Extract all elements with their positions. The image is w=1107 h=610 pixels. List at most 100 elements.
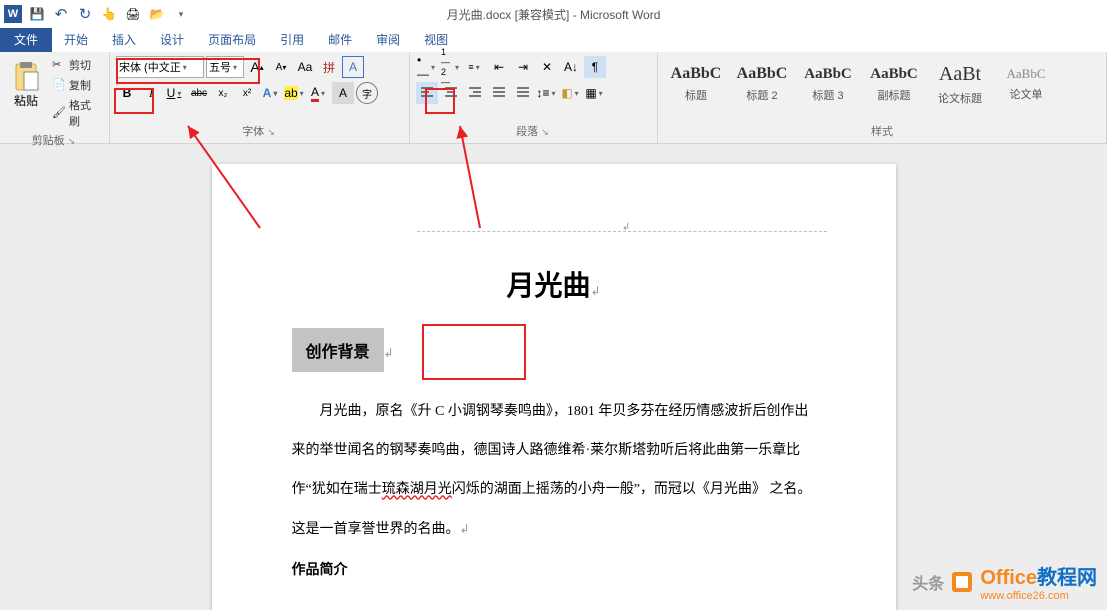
doc-paragraph-1[interactable]: 月光曲，原名《升 C 小调钢琴奏鸣曲》，1801 年贝多芬在经历情感波折后创作出…	[292, 392, 816, 549]
doc-title[interactable]: 月光曲↲	[292, 264, 816, 304]
tab-mailings[interactable]: 邮件	[316, 27, 364, 52]
change-case-button[interactable]: Aa	[294, 56, 316, 78]
justify-button[interactable]	[488, 82, 510, 104]
line-spacing-button[interactable]: ↕≡▾	[536, 82, 558, 104]
tab-insert[interactable]: 插入	[100, 27, 148, 52]
font-color-button[interactable]: A▾	[308, 82, 330, 104]
ribbon-tabs: 文件 开始 插入 设计 页面布局 引用 邮件 审阅 视图	[0, 28, 1107, 52]
group-font-label: 字体	[242, 126, 264, 138]
decrease-indent-button[interactable]: ⇤	[488, 56, 510, 78]
ribbon: 粘贴 ✂剪切 📄复制 🖌格式刷 剪贴板 ↘ 宋体 (中文正▾ 五号▾ A▴ A▾…	[0, 52, 1107, 144]
char-shading-button[interactable]: A	[332, 82, 354, 104]
shading-button[interactable]: ◧▾	[560, 82, 582, 104]
italic-button[interactable]: I	[140, 82, 162, 104]
font-size-combo[interactable]: 五号▾	[206, 56, 244, 78]
group-clipboard: 粘贴 ✂剪切 📄复制 🖌格式刷 剪贴板 ↘	[0, 52, 110, 143]
style-title[interactable]: AaBbC标题	[664, 56, 728, 112]
align-right-button[interactable]	[464, 82, 486, 104]
sort-button[interactable]: A↓	[560, 56, 582, 78]
font-launcher[interactable]: ↘	[267, 127, 277, 137]
clipboard-launcher[interactable]: ↘	[68, 136, 78, 146]
subscript-button[interactable]: x₂	[212, 82, 234, 104]
paste-label: 粘贴	[14, 92, 38, 109]
paste-button[interactable]: 粘贴	[6, 56, 46, 130]
char-border-button[interactable]: A	[342, 56, 364, 78]
chevron-down-icon: ▾	[181, 63, 189, 72]
document-page[interactable]: ↲ 月光曲↲ 创作背景↲ 月光曲，原名《升 C 小调钢琴奏鸣曲》，1801 年贝…	[212, 164, 896, 610]
distributed-button[interactable]	[512, 82, 534, 104]
sort-icon: A↓	[564, 60, 578, 74]
copy-button[interactable]: 📄复制	[50, 76, 103, 94]
bold-button[interactable]: B	[116, 82, 138, 104]
window-title: 月光曲.docx [兼容模式] - Microsoft Word	[447, 6, 661, 23]
style-heading3[interactable]: AaBbC标题 3	[796, 56, 860, 112]
style-heading2[interactable]: AaBbC标题 2	[730, 56, 794, 112]
tab-review[interactable]: 审阅	[364, 27, 412, 52]
increase-indent-button[interactable]: ⇥	[512, 56, 534, 78]
brush-icon: 🖌	[52, 106, 66, 120]
paste-icon	[10, 60, 42, 92]
tab-layout[interactable]: 页面布局	[196, 27, 268, 52]
enclose-char-button[interactable]: 字	[356, 82, 378, 104]
copy-icon: 📄	[52, 78, 66, 92]
word-icon: W	[4, 5, 22, 23]
bullets-icon: •—	[417, 53, 429, 81]
tab-home[interactable]: 开始	[52, 27, 100, 52]
redo-icon[interactable]: ↻	[76, 5, 94, 23]
document-area[interactable]: ↲ 月光曲↲ 创作背景↲ 月光曲，原名《升 C 小调钢琴奏鸣曲》，1801 年贝…	[0, 144, 1107, 610]
group-styles: AaBbC标题 AaBbC标题 2 AaBbC标题 3 AaBbC副标题 AaB…	[658, 52, 1107, 143]
phonetic-button[interactable]: 拼	[318, 56, 340, 78]
multilevel-button[interactable]: ≡▾	[464, 56, 486, 78]
show-marks-button[interactable]: ¶	[584, 56, 606, 78]
superscript-button[interactable]: x²	[236, 82, 258, 104]
borders-icon: ▦	[585, 86, 596, 100]
qat-dropdown-icon[interactable]: ▾	[172, 5, 190, 23]
quick-access-toolbar: W 💾 ↶ ↻ 👆 🖨 📂 ▾	[0, 5, 190, 23]
center-icon	[443, 86, 459, 100]
group-clipboard-label: 剪贴板	[32, 135, 65, 147]
style-subtitle[interactable]: AaBbC副标题	[862, 56, 926, 112]
numbering-button[interactable]: 1—2—▾	[440, 56, 462, 78]
tab-design[interactable]: 设计	[148, 27, 196, 52]
style-paper-title[interactable]: AaBt论文标题	[928, 56, 992, 112]
doc-heading-2[interactable]: 作品简介	[292, 559, 816, 579]
cut-button[interactable]: ✂剪切	[50, 56, 103, 74]
align-left-button[interactable]	[416, 82, 438, 104]
underline-button[interactable]: U▾	[164, 82, 186, 104]
tab-references[interactable]: 引用	[268, 27, 316, 52]
center-button[interactable]	[440, 82, 462, 104]
text-effects-button[interactable]: A▾	[260, 82, 282, 104]
undo-icon[interactable]: ↶	[52, 5, 70, 23]
watermark: 头条 Office教程网 www.office26.com	[912, 561, 1097, 602]
borders-button[interactable]: ▦▾	[584, 82, 606, 104]
header-boundary: ↲	[417, 230, 827, 232]
align-left-icon	[419, 86, 435, 100]
outdent-icon: ⇤	[494, 60, 504, 74]
highlight-button[interactable]: ab▾	[284, 82, 306, 104]
shrink-font-button[interactable]: A▾	[270, 56, 292, 78]
doc-heading-1[interactable]: 创作背景	[292, 328, 384, 372]
numbering-icon: 1—2—	[441, 47, 453, 87]
justify-icon	[491, 86, 507, 100]
paragraph-launcher[interactable]: ↘	[541, 127, 551, 137]
tab-file[interactable]: 文件	[0, 27, 52, 52]
open-icon[interactable]: 📂	[148, 5, 166, 23]
print-preview-icon[interactable]: 🖨	[124, 5, 142, 23]
touch-icon[interactable]: 👆	[100, 5, 118, 23]
bullets-button[interactable]: •—▾	[416, 56, 438, 78]
ltr-icon: ✕	[542, 60, 552, 74]
font-name-combo[interactable]: 宋体 (中文正▾	[116, 56, 204, 78]
indent-icon: ⇥	[518, 60, 528, 74]
chevron-down-icon: ▾	[231, 63, 239, 72]
pilcrow-icon: ¶	[592, 60, 598, 74]
titlebar: W 💾 ↶ ↻ 👆 🖨 📂 ▾ 月光曲.docx [兼容模式] - Micros…	[0, 0, 1107, 28]
grow-font-button[interactable]: A▴	[246, 56, 268, 78]
group-font: 宋体 (中文正▾ 五号▾ A▴ A▾ Aa 拼 A B I U▾ abc x₂ …	[110, 52, 410, 143]
save-icon[interactable]: 💾	[28, 5, 46, 23]
group-paragraph-label: 段落	[516, 126, 538, 138]
style-paper-single[interactable]: AaBbC论文单	[994, 56, 1058, 112]
office-logo-icon	[948, 568, 976, 596]
format-painter-button[interactable]: 🖌格式刷	[50, 96, 103, 130]
strike-button[interactable]: abc	[188, 82, 210, 104]
ltr-button[interactable]: ✕	[536, 56, 558, 78]
